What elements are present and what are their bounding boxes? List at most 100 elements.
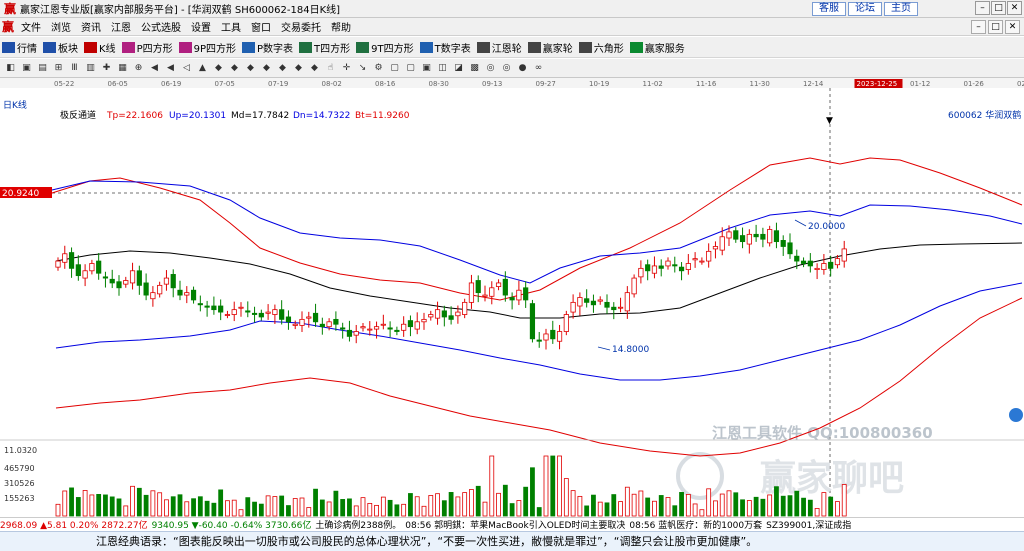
draw-tool-icon[interactable]: ⊞	[52, 62, 65, 75]
kline-chart[interactable]: 05-22 06-05 06-19 07-05 07-19 08-02 08-16 08-30…	[0, 78, 1024, 528]
menu-settings[interactable]: 设置	[186, 19, 216, 34]
link-zhuye[interactable]: 主页	[884, 2, 918, 16]
volume-bar	[509, 503, 515, 517]
link-kefu[interactable]: 客服	[812, 2, 846, 16]
draw-tool-icon[interactable]: ◀	[148, 62, 161, 75]
candle-body	[353, 331, 359, 336]
candle-body	[604, 301, 610, 308]
draw-tool-icon[interactable]: ☝	[324, 62, 337, 75]
toolbar-item-9[interactable]: 江恩轮	[476, 40, 522, 55]
draw-tool-icon[interactable]: ◆	[244, 62, 257, 75]
draw-tool-icon[interactable]: ▩	[468, 62, 481, 75]
volume-bar	[760, 498, 766, 517]
chart-svg[interactable]: 05-22 06-05 06-19 07-05 07-19 08-02 08-16 08-30…	[0, 78, 1024, 518]
candle-body	[299, 318, 305, 326]
candle-body	[726, 231, 732, 239]
candle-body	[529, 303, 536, 340]
menu-browse[interactable]: 浏览	[46, 19, 76, 34]
toolbar-item-3[interactable]: P四方形	[121, 40, 173, 55]
candle-body	[190, 289, 197, 301]
draw-tool-icon[interactable]: ◁	[180, 62, 193, 75]
draw-tool-icon[interactable]: ◧	[4, 62, 17, 75]
volume-bar	[109, 496, 115, 517]
draw-tool-icon[interactable]: ▤	[36, 62, 49, 75]
volume-bar	[374, 504, 379, 517]
draw-tool-icon[interactable]: ▲	[196, 62, 209, 75]
candle-body	[346, 329, 353, 337]
toolbar-item-8[interactable]: T数字表	[419, 40, 471, 55]
date-tick-label: 08-30	[429, 80, 449, 88]
draw-tool-icon[interactable]: ◪	[452, 62, 465, 75]
square-icon	[178, 41, 192, 53]
mdi-close-button[interactable]: ✕	[1005, 20, 1020, 34]
draw-tool-icon[interactable]: ◆	[228, 62, 241, 75]
draw-tool-icon[interactable]: ⚙	[372, 62, 385, 75]
price-label: 20.9240	[2, 189, 39, 199]
menu-news[interactable]: 资讯	[76, 19, 106, 34]
indicator-value: Dn=14.7322	[293, 111, 350, 121]
toolbar-item-6[interactable]: T四方形	[299, 40, 350, 55]
draw-tool-icon[interactable]: ◎	[484, 62, 497, 75]
menu-logo-icon: 赢	[1, 19, 14, 34]
maximize-button[interactable]: □	[991, 1, 1006, 15]
volume-bar	[333, 490, 339, 517]
candle-body	[462, 301, 468, 315]
draw-tool-icon[interactable]: ◫	[436, 62, 449, 75]
link-luntan[interactable]: 论坛	[848, 2, 882, 16]
candle-body	[136, 270, 142, 286]
candle-body	[96, 260, 102, 274]
draw-tool-icon[interactable]: ▢	[404, 62, 417, 75]
draw-tool-icon[interactable]: ◆	[260, 62, 273, 75]
minimize-button[interactable]: –	[975, 1, 990, 15]
volume-bar	[211, 502, 217, 517]
mdi-minimize-button[interactable]: –	[971, 20, 986, 34]
table-icon	[242, 41, 255, 53]
draw-tool-icon[interactable]: ◆	[212, 62, 225, 75]
draw-tool-icon[interactable]: ⊕	[132, 62, 145, 75]
toolbar-item-11[interactable]: 六角形	[578, 40, 624, 55]
candle-body	[218, 305, 224, 313]
toolbar-item-7[interactable]: 9T四方形	[356, 40, 414, 55]
menu-formula[interactable]: 公式选股	[136, 19, 186, 34]
draw-tool-icon[interactable]: ▢	[388, 62, 401, 75]
draw-tool-icon[interactable]: ▥	[84, 62, 97, 75]
menu-gann[interactable]: 江恩	[106, 19, 136, 34]
toolbar-item-10[interactable]: 赢家轮	[527, 40, 573, 55]
draw-tool-icon[interactable]: ◎	[500, 62, 513, 75]
draw-tool-icon[interactable]: ◀	[164, 62, 177, 75]
draw-tool-icon[interactable]: ▣	[420, 62, 433, 75]
draw-tool-icon[interactable]: ◆	[308, 62, 321, 75]
menu-window[interactable]: 窗口	[246, 19, 276, 34]
candle-body	[651, 265, 658, 274]
draw-tool-icon[interactable]: ▦	[116, 62, 129, 75]
dollar-icon	[629, 41, 643, 53]
draw-tool-icon[interactable]: ∞	[532, 62, 545, 75]
menu-trade[interactable]: 交易委托	[276, 19, 326, 34]
draw-tool-icon[interactable]: Ⅲ	[68, 62, 81, 75]
menu-file[interactable]: 文件	[16, 19, 46, 34]
toolbar-item-12[interactable]: 赢家服务	[629, 40, 685, 55]
close-button[interactable]: ✕	[1007, 1, 1022, 15]
toolbar-item-1[interactable]: 板块	[43, 40, 78, 55]
candle-body	[611, 306, 617, 311]
toolbar-item-0[interactable]: 行情	[2, 40, 37, 55]
toolbar-item-2[interactable]: K线	[84, 40, 116, 55]
menu-tools[interactable]: 工具	[216, 19, 246, 34]
toolbar-item-5[interactable]: P数字表	[242, 40, 293, 55]
volume-bar	[55, 503, 61, 517]
draw-tool-icon[interactable]: ●	[516, 62, 529, 75]
draw-tool-icon[interactable]: ◆	[276, 62, 289, 75]
draw-tool-icon[interactable]: ✚	[100, 62, 113, 75]
draw-tool-icon[interactable]: ◆	[292, 62, 305, 75]
indicator-value: Up=20.1301	[169, 111, 226, 121]
candle-body	[333, 318, 339, 325]
candle-body	[536, 339, 542, 342]
draw-tool-icon[interactable]: ▣	[20, 62, 33, 75]
draw-tool-icon[interactable]: ↘	[356, 62, 369, 75]
toolbar-item-4[interactable]: 9P四方形	[178, 40, 236, 55]
volume-bar	[713, 500, 718, 517]
candle-body	[550, 329, 556, 340]
menu-help[interactable]: 帮助	[326, 19, 356, 34]
draw-tool-icon[interactable]: ✛	[340, 62, 353, 75]
mdi-restore-button[interactable]: □	[988, 20, 1003, 34]
